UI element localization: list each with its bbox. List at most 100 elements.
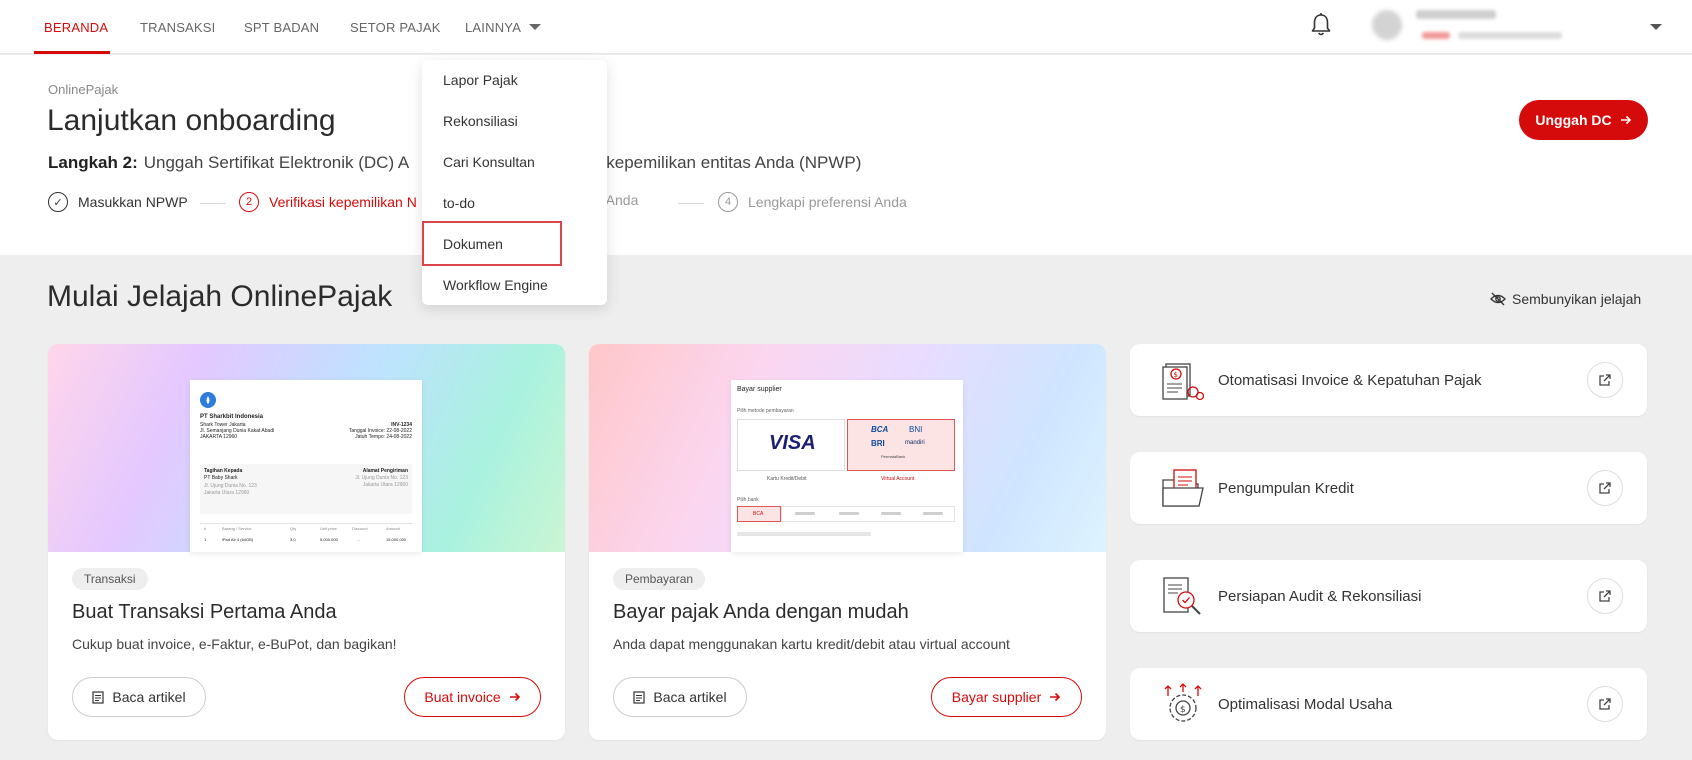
audit-icon <box>1163 577 1201 615</box>
upload-dc-label: Unggah DC <box>1535 112 1612 128</box>
placeholder-line <box>839 512 859 515</box>
invoice-preview: PT Sharkbit Indonesia Shark Tower Jakart… <box>190 380 422 552</box>
feature-label: Otomatisasi Invoice & Kepatuhan Pajak <box>1218 371 1482 389</box>
chevron-down-icon <box>529 24 542 30</box>
bill-to-addr: Jl. Ujung Dunia No. 123 <box>204 483 257 489</box>
va-label: Virtual Account <box>881 476 915 482</box>
payment-preview: Bayar supplier Pilih metode pembayaran V… <box>731 380 963 552</box>
col-discount: Discount <box>352 526 368 531</box>
menu-item-workflow-engine[interactable]: Workflow Engine <box>443 277 548 293</box>
upload-dc-button[interactable]: Unggah DC <box>1519 100 1648 140</box>
pay-supplier-label: Bayar supplier <box>951 689 1042 705</box>
menu-item-cari-konsultan[interactable]: Cari Konsultan <box>443 154 535 170</box>
va-option <box>847 419 955 471</box>
bank-select-label: Pilih bank <box>737 497 759 503</box>
ship-to-label: Alamat Pengiriman <box>362 468 408 474</box>
document-icon <box>92 690 105 704</box>
bank-permata: PermataBank <box>881 454 906 459</box>
step-1[interactable]: ✓ Masukkan NPWP <box>48 192 188 212</box>
bank-bca: BCA <box>871 425 889 434</box>
explore-card-pembayaran: Bayar supplier Pilih metode pembayaran V… <box>589 344 1106 740</box>
gear-money-icon: $ <box>1164 683 1202 722</box>
feature-label: Pengumpulan Kredit <box>1218 479 1354 497</box>
external-link-icon[interactable] <box>1587 578 1623 614</box>
step-connector <box>200 203 226 204</box>
menu-item-dokumen[interactable]: Dokumen <box>443 236 503 252</box>
feature-audit-reconciliation[interactable]: Persiapan Audit & Rekonsiliasi <box>1130 560 1647 632</box>
document-icon <box>633 690 646 704</box>
company-logo-icon <box>200 392 216 408</box>
card-hero-image: Bayar supplier Pilih metode pembayaran V… <box>589 344 1106 552</box>
bill-to-city: Jakarta Utara 12960 <box>204 490 250 496</box>
card-description: Anda dapat menggunakan kartu kredit/debi… <box>613 636 1010 652</box>
read-article-button[interactable]: Baca artikel <box>613 677 747 717</box>
arrow-right-icon <box>1050 692 1061 702</box>
card-title: Buat Transaksi Pertama Anda <box>72 601 337 623</box>
feature-invoice-automation[interactable]: $ Otomatisasi Invoice & Kepatuhan Pajak <box>1130 344 1647 416</box>
read-article-button[interactable]: Baca artikel <box>72 677 206 717</box>
menu-item-lapor-pajak[interactable]: Lapor Pajak <box>443 72 518 88</box>
step-2[interactable]: 2 Verifikasi kepemilikan N <box>239 192 417 212</box>
external-link-icon[interactable] <box>1587 362 1623 398</box>
top-navigation: BERANDA TRANSAKSI SPT BADAN SETOR PAJAK … <box>0 0 1692 54</box>
bill-to-name: PT Baby Shark <box>204 475 238 481</box>
hide-explore-label: Sembunyikan jelajah <box>1512 291 1642 307</box>
external-link-icon[interactable] <box>1587 686 1623 722</box>
feature-capital-optimization[interactable]: $ Optimalisasi Modal Usaha <box>1130 668 1647 740</box>
nav-setor-pajak[interactable]: SETOR PAJAK <box>350 0 441 54</box>
arrow-right-icon <box>509 692 520 702</box>
divider <box>200 523 412 524</box>
invoice-due: Jatuh Tempo: 24-08-2022 <box>355 434 412 440</box>
create-invoice-button[interactable]: Buat invoice <box>404 677 541 717</box>
pay-supplier-button[interactable]: Bayar supplier <box>931 677 1082 717</box>
avatar[interactable] <box>1372 10 1402 40</box>
menu-item-rekonsiliasi[interactable]: Rekonsiliasi <box>443 113 518 129</box>
payment-method-label: Pilih metode pembayaran <box>737 408 794 414</box>
nav-spt-badan[interactable]: SPT BADAN <box>244 0 319 54</box>
bell-icon[interactable] <box>1310 12 1332 38</box>
user-menu-chevron-icon[interactable] <box>1650 24 1662 30</box>
step-4-number: 4 <box>718 192 738 212</box>
menu-item-to-do[interactable]: to-do <box>443 195 475 211</box>
placeholder-line <box>795 512 815 515</box>
hide-explore-link[interactable]: Sembunyikan jelajah <box>1490 291 1641 307</box>
brand-label: OnlinePajak <box>48 82 119 97</box>
row-no: 1 <box>204 537 207 542</box>
explore-card-transaksi: PT Sharkbit Indonesia Shark Tower Jakart… <box>48 344 565 740</box>
feature-label: Optimalisasi Modal Usaha <box>1218 695 1393 713</box>
ship-to-city: Jakarta Utara 12960 <box>362 482 408 488</box>
nav-lainnya[interactable]: LAINNYA <box>465 0 542 54</box>
row-amount: 15.000.000 <box>386 537 407 542</box>
selected-bank-label: BCA <box>753 511 764 517</box>
external-link-icon[interactable] <box>1587 470 1623 506</box>
user-name-redacted <box>1416 10 1496 19</box>
placeholder-line <box>881 512 901 515</box>
bank-bri: BRI <box>871 439 885 448</box>
nav-beranda[interactable]: BERANDA <box>44 0 108 54</box>
step-text: Unggah Sertifikat Elektronik (DC) A <box>143 153 410 172</box>
step-2-label: Verifikasi kepemilikan N <box>269 194 417 210</box>
feature-credit-collection[interactable]: Pengumpulan Kredit <box>1130 452 1647 524</box>
step-4[interactable]: 4 Lengkapi preferensi Anda <box>718 192 907 212</box>
eye-off-icon <box>1490 292 1506 306</box>
step-2-number: 2 <box>239 192 259 212</box>
card-label: Kartu Kredit/Debit <box>767 476 807 482</box>
col-no: # <box>204 526 207 531</box>
nav-transaksi[interactable]: TRANSAKSI <box>140 0 215 54</box>
bill-to-label: Tagihan Kepada <box>204 468 243 474</box>
svg-text:$: $ <box>1180 705 1186 715</box>
arrow-right-icon <box>1620 115 1631 125</box>
row-discount: - <box>358 537 360 542</box>
lainnya-dropdown-menu: Lapor Pajak Rekonsiliasi Cari Konsultan … <box>422 60 607 305</box>
bank-bni: BNI <box>909 425 923 434</box>
folder-icon <box>1162 469 1204 507</box>
read-article-label: Baca artikel <box>653 689 727 705</box>
card-hero-image: PT Sharkbit Indonesia Shark Tower Jakart… <box>48 344 565 552</box>
user-subtitle-redacted <box>1458 32 1562 39</box>
card-tag: Pembayaran <box>613 568 706 590</box>
onboarding-panel: OnlinePajak Lanjutkan onboarding Langkah… <box>0 55 1692 255</box>
read-article-label: Baca artikel <box>112 689 186 705</box>
check-icon: ✓ <box>48 192 68 212</box>
ship-to-addr: Jl. Ujung Dunia No. 123 <box>355 475 408 481</box>
step-text-tail: si kepemilikan entitas Anda (NPWP) <box>589 153 862 172</box>
